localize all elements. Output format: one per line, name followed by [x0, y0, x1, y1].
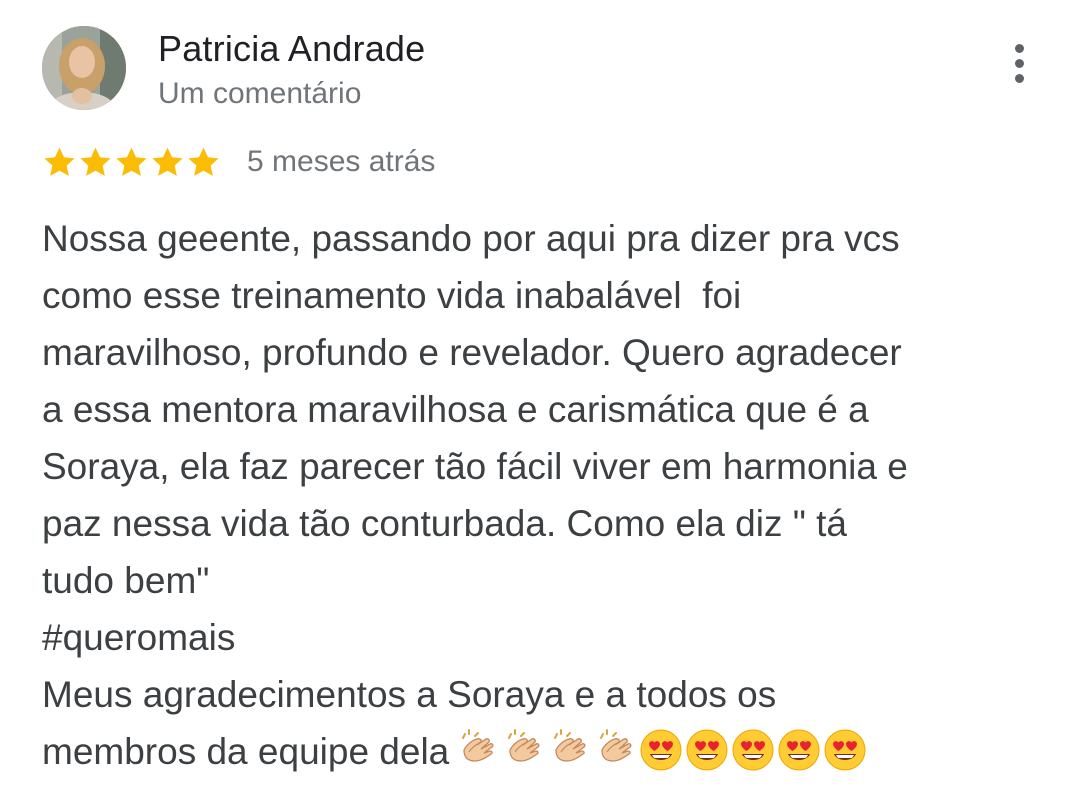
clapping-hands-icon: [600, 729, 632, 762]
review-line: a essa mentora maravilhosa e carismática…: [42, 381, 1042, 438]
review-card: Patricia Andrade Um comentário 5 meses a…: [0, 0, 1075, 792]
review-line: como esse treinamento vida inabalável fo…: [42, 267, 1042, 324]
star-icon: [116, 147, 147, 176]
emoji-row: [455, 728, 867, 772]
star-icon: [80, 147, 111, 176]
review-line: Soraya, ela faz parecer tão fácil viver …: [42, 438, 1042, 495]
review-line: Nossa geeente, passando por aqui pra diz…: [42, 210, 1042, 267]
star-icon: [188, 147, 219, 176]
review-line: #queromais: [42, 609, 1042, 666]
review-line-text: a essa mentora maravilhosa e carismática…: [42, 389, 869, 430]
rating-row: 5 meses atrás: [42, 140, 435, 184]
star-icon: [44, 147, 75, 176]
more-options-button[interactable]: [1000, 38, 1038, 88]
review-line-text: paz nessa vida tão conturbada. Como ela …: [42, 503, 848, 544]
heart-eyes-icon: [732, 729, 774, 771]
review-line-text: maravilhoso, profundo e revelador. Quero…: [42, 332, 902, 373]
review-line-text: membros da equipe dela: [42, 731, 450, 772]
more-vert-dot: [1014, 73, 1024, 83]
heart-eyes-icon: [824, 729, 866, 771]
review-line-text: #queromais: [42, 617, 236, 658]
star-rating: [42, 145, 221, 180]
star-icon: [152, 147, 183, 176]
heart-eyes-icon: [686, 729, 728, 771]
author-name[interactable]: Patricia Andrade: [158, 28, 425, 70]
review-line-text: como esse treinamento vida inabalável fo…: [42, 275, 742, 316]
clapping-hands-icon: [508, 729, 540, 762]
review-date: 5 meses atrás: [247, 145, 436, 178]
review-line-text: Soraya, ela faz parecer tão fácil viver …: [42, 446, 908, 487]
author-review-count: Um comentário: [158, 77, 362, 110]
review-line: tudo bem": [42, 552, 1042, 609]
review-line: membros da equipe dela: [42, 723, 1042, 780]
review-line-text: Nossa geeente, passando por aqui pra diz…: [42, 218, 900, 259]
review-line-text: Meus agradecimentos a Soraya e a todos o…: [42, 674, 777, 715]
heart-eyes-icon: [640, 729, 682, 771]
review-line-text: tudo bem": [42, 560, 210, 601]
clapping-hands-icon: [462, 729, 494, 762]
clapping-hands-icon: [554, 729, 586, 762]
heart-eyes-icon: [778, 729, 820, 771]
more-vert-dot: [1014, 58, 1024, 68]
review-text: Nossa geeente, passando por aqui pra diz…: [42, 210, 1042, 780]
review-line: maravilhoso, profundo e revelador. Quero…: [42, 324, 1042, 381]
review-line: paz nessa vida tão conturbada. Como ela …: [42, 495, 1042, 552]
review-line: Meus agradecimentos a Soraya e a todos o…: [42, 666, 1042, 723]
avatar[interactable]: [42, 26, 126, 110]
more-vert-icon: [1014, 43, 1024, 53]
